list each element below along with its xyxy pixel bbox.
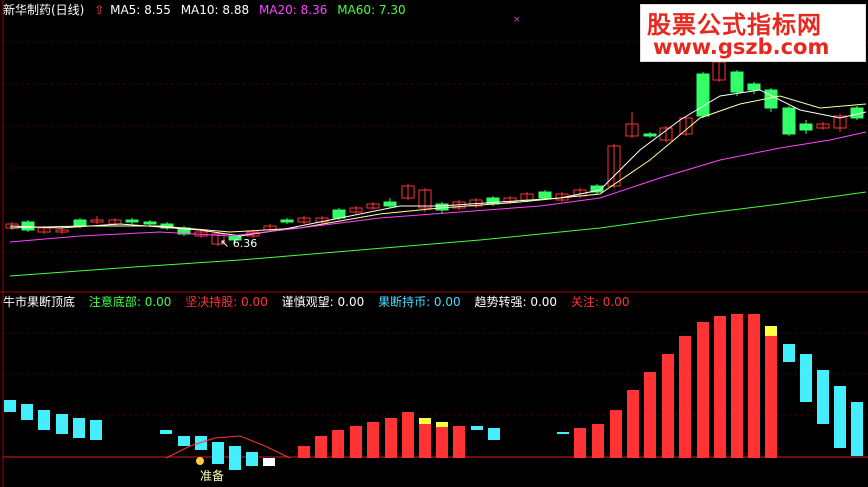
sub-chart-title: 牛市果断顶底	[3, 295, 76, 309]
indicator-bar	[644, 372, 656, 458]
watermark-logo: 股票公式指标网 www.gszb.com	[640, 4, 866, 62]
ma60-label: MA60: 7.30	[337, 3, 406, 17]
indicator-sell: 果断持币: 0.00	[378, 295, 461, 309]
up-arrow-icon: ⇧	[94, 3, 105, 17]
chart-canvas[interactable]: ××	[0, 0, 868, 487]
candle-body	[730, 71, 744, 93]
indicator-bar	[817, 370, 829, 424]
indicator-bar	[385, 418, 397, 458]
indicator-bar	[332, 430, 344, 458]
indicator-bar	[73, 418, 85, 438]
indicator-bar	[488, 428, 500, 440]
stock-name: 新华制药(日线)	[3, 3, 85, 17]
candle-body	[747, 83, 761, 91]
candle-body	[696, 73, 710, 117]
indicator-bar	[679, 336, 691, 458]
indicator-bar	[21, 404, 33, 420]
indicator-bar	[419, 420, 431, 458]
indicator-bar	[851, 402, 863, 456]
candle-body	[383, 201, 397, 207]
candle-body	[280, 219, 294, 223]
indicator-bar	[246, 452, 258, 466]
marker-x-icon: ×	[513, 15, 521, 25]
indicator-attention: 关注: 0.00	[570, 295, 630, 309]
indicator-trend-up: 趋势转强: 0.00	[474, 295, 558, 309]
candle-body	[143, 221, 157, 225]
indicator-bar	[800, 354, 812, 402]
candle-body	[73, 219, 87, 227]
ma10-label: MA10: 8.88	[180, 3, 250, 17]
main-chart-legend: 新华制药(日线) ⇧ MA5: 8.55 MA10: 8.88 MA20: 8.…	[3, 2, 412, 18]
candle-body	[782, 107, 796, 135]
candle-body	[643, 133, 657, 137]
indicator-cautious: 谨慎观望: 0.00	[281, 295, 365, 309]
indicator-bar	[574, 428, 586, 458]
indicator-bar	[263, 458, 275, 466]
indicator-hold: 坚决持股: 0.00	[185, 295, 268, 309]
indicator-bar	[160, 430, 172, 434]
indicator-bar	[298, 446, 310, 458]
indicator-bar	[765, 336, 777, 458]
indicator-bar	[38, 410, 50, 430]
indicator-bar	[402, 412, 414, 458]
indicator-bar	[731, 314, 743, 458]
indicator-bar	[834, 386, 846, 448]
indicator-bar	[453, 426, 465, 458]
indicator-bar	[350, 426, 362, 458]
indicator-bar	[367, 422, 379, 458]
indicator-bar	[315, 436, 327, 458]
candle-body	[125, 219, 139, 223]
indicator-bar	[557, 432, 569, 434]
low-price-label: ↖ 6.36	[220, 237, 258, 250]
indicator-bar	[4, 400, 16, 412]
indicator-bottom-watch: 注意底部: 0.00	[88, 295, 172, 309]
candle-body	[435, 203, 449, 211]
indicator-bar	[178, 436, 190, 446]
indicator-bar-top	[765, 326, 777, 336]
indicator-bar	[697, 322, 709, 458]
candle-body	[538, 191, 552, 199]
signal-label-text: 准备	[200, 469, 225, 483]
ma5-label: MA5: 8.55	[110, 3, 171, 17]
ma10-line	[9, 95, 867, 233]
indicator-bar	[748, 314, 760, 458]
ma20-label: MA20: 8.36	[258, 3, 328, 17]
indicator-bar	[662, 354, 674, 458]
signal-label: 准备	[200, 467, 224, 484]
indicator-bar	[436, 424, 448, 458]
indicator-bar-top	[419, 418, 431, 424]
indicator-bar	[56, 414, 68, 434]
indicator-bar	[783, 344, 795, 362]
indicator-bar	[627, 390, 639, 458]
indicator-bar	[610, 410, 622, 458]
indicator-bar	[471, 426, 483, 430]
indicator-bar	[714, 316, 726, 458]
low-price-value: 6.36	[232, 237, 258, 250]
candle-body	[332, 209, 346, 219]
money-bag-icon	[196, 457, 204, 465]
indicator-bar	[229, 446, 241, 470]
indicator-bar	[90, 420, 102, 440]
indicator-bar-top	[436, 422, 448, 427]
watermark-url: www.gszb.com	[653, 35, 830, 59]
candle-body	[799, 123, 813, 131]
indicator-bar	[212, 442, 224, 464]
indicator-bar	[592, 424, 604, 458]
sub-chart-legend: 牛市果断顶底 注意底部: 0.00 坚决持股: 0.00 谨慎观望: 0.00 …	[3, 294, 629, 310]
candle-body	[21, 221, 35, 231]
